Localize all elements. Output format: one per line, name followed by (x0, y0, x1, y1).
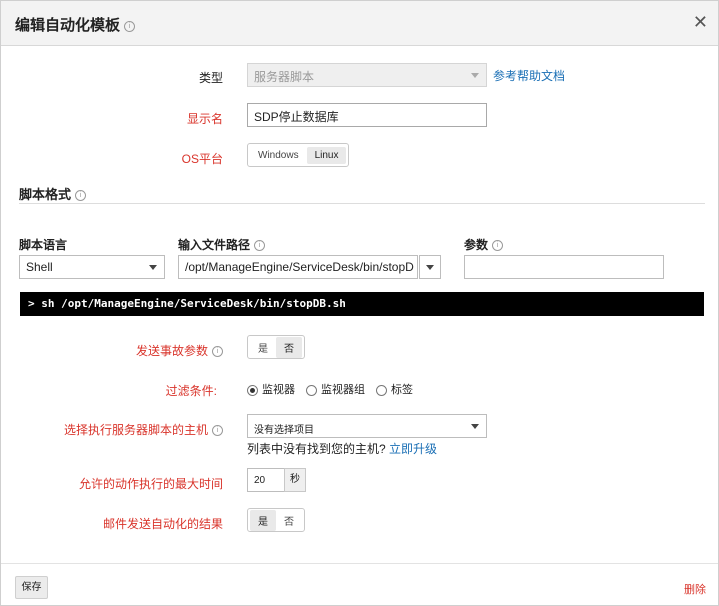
input-path-label-wrap: 输入文件路径 i (178, 236, 266, 253)
filter-monitor-radio[interactable]: 监视器 (247, 381, 295, 397)
radio-unchecked-icon (306, 384, 317, 396)
input-path-field[interactable]: /opt/ManageEngine/ServiceDesk/bin/stopD (178, 255, 418, 279)
host-select-value: 没有选择项目 (254, 425, 314, 436)
os-toggle: Windows Linux (247, 143, 350, 167)
email-result-toggle: 是 否 (247, 508, 305, 532)
radio-checked-icon (247, 384, 258, 396)
info-icon[interactable]: i (254, 240, 266, 252)
send-params-label-wrap: 发送事故参数 i (101, 342, 223, 359)
max-time-label: 允许的动作执行的最大时间 (78, 477, 223, 491)
send-params-no[interactable]: 否 (276, 336, 302, 358)
type-label: 类型 (198, 71, 223, 85)
script-format-title: 脚本格式 (19, 187, 72, 202)
close-icon[interactable]: ✕ (693, 12, 708, 33)
os-option-windows[interactable]: Windows (250, 147, 307, 164)
dialog-title-wrap: 编辑自动化模板 i (15, 14, 136, 35)
host-select[interactable]: 没有选择项目 (247, 414, 487, 438)
help-doc-link[interactable]: 参考帮助文档 (493, 67, 565, 84)
dialog-header: 编辑自动化模板 i ✕ (1, 1, 718, 46)
info-icon[interactable]: i (492, 240, 504, 252)
email-result-no[interactable]: 否 (276, 510, 302, 531)
host-hint-row: 列表中没有找到您的主机? 立即升级 (247, 440, 437, 457)
filter-monitor-label: 监视器 (262, 384, 295, 396)
info-icon[interactable]: i (124, 20, 136, 32)
language-select-value: Shell (26, 260, 53, 274)
dialog-title: 编辑自动化模板 (15, 17, 121, 34)
footer-divider (1, 563, 718, 564)
type-select: 服务器脚本 (247, 63, 487, 87)
command-preview: > sh /opt/ManageEngine/ServiceDesk/bin/s… (20, 292, 704, 316)
display-name-input[interactable]: SDP停止数据库 (247, 103, 487, 127)
filter-monitor-group-radio[interactable]: 监视器组 (306, 381, 365, 397)
os-label: OS平台 (181, 152, 223, 166)
chevron-down-icon (149, 265, 157, 270)
os-option-linux[interactable]: Linux (306, 146, 347, 164)
language-select[interactable]: Shell (19, 255, 165, 279)
radio-unchecked-icon (376, 384, 387, 396)
info-icon[interactable]: i (212, 346, 223, 358)
delete-link[interactable]: 删除 (684, 581, 706, 597)
save-button[interactable]: 保存 (15, 576, 48, 599)
info-icon[interactable]: i (212, 425, 223, 437)
script-format-title-wrap: 脚本格式 i (19, 184, 87, 203)
host-label: 选择执行服务器脚本的主机 (63, 423, 208, 437)
host-hint: 列表中没有找到您的主机? (247, 442, 386, 456)
filter-label: 过滤条件: (165, 384, 217, 398)
max-time-unit: 秒 (284, 468, 306, 492)
chevron-down-icon (471, 424, 479, 429)
params-input[interactable] (464, 255, 664, 279)
filter-tag-label: 标签 (391, 384, 413, 396)
type-select-value: 服务器脚本 (254, 70, 315, 84)
email-result-label: 邮件发送自动化的结果 (102, 517, 223, 531)
params-label: 参数 (464, 238, 489, 252)
filter-tag-radio[interactable]: 标签 (376, 381, 413, 397)
info-icon[interactable]: i (75, 190, 87, 202)
send-params-yes[interactable]: 是 (250, 337, 276, 358)
path-dropdown-button[interactable] (419, 255, 441, 279)
chevron-down-icon (426, 265, 434, 270)
send-params-toggle: 是 否 (247, 335, 305, 359)
upgrade-link[interactable]: 立即升级 (389, 442, 437, 456)
display-name-label: 显示名 (186, 112, 223, 126)
language-label: 脚本语言 (19, 238, 68, 252)
max-time-input[interactable]: 20 (247, 468, 285, 492)
filter-monitor-group-label: 监视器组 (321, 384, 365, 396)
send-params-label: 发送事故参数 (135, 344, 208, 358)
host-label-wrap: 选择执行服务器脚本的主机 i (61, 421, 223, 438)
chevron-down-icon (471, 73, 479, 78)
email-result-yes[interactable]: 是 (250, 509, 276, 531)
params-label-wrap: 参数 i (464, 236, 504, 253)
input-path-label: 输入文件路径 (178, 238, 251, 252)
edit-automation-template-dialog: 编辑自动化模板 i ✕ 类型 服务器脚本 参考帮助文档 显示名 SDP停止数据库 … (0, 0, 719, 606)
section-divider (19, 203, 705, 204)
